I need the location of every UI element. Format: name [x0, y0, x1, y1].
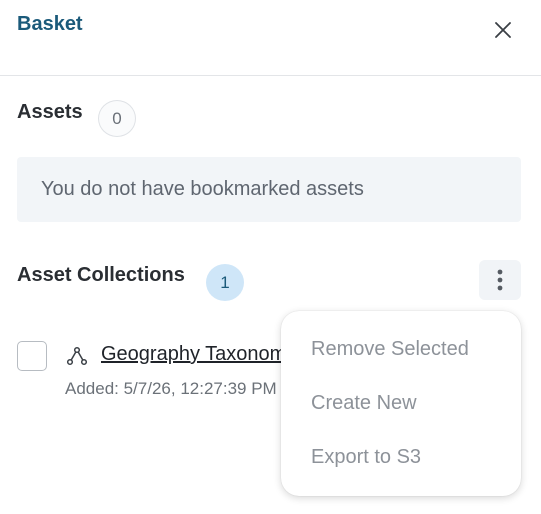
menu-item-create-new[interactable]: Create New	[311, 392, 417, 415]
collection-link[interactable]: Geography Taxonomy	[101, 343, 296, 366]
panel-title: Basket	[17, 13, 83, 35]
assets-heading: Assets	[17, 101, 83, 123]
close-icon	[495, 22, 511, 38]
collection-graph-icon	[66, 346, 88, 366]
collection-checkbox[interactable]	[17, 341, 47, 371]
close-button[interactable]	[488, 15, 518, 45]
menu-item-remove-selected[interactable]: Remove Selected	[311, 338, 469, 361]
more-vertical-icon	[497, 269, 503, 291]
collection-added-date: Added: 5/7/26, 12:27:39 PM	[65, 379, 277, 398]
empty-assets-message: You do not have bookmarked assets	[17, 157, 521, 222]
empty-assets-text: You do not have bookmarked assets	[41, 178, 364, 200]
menu-item-export-to-s3[interactable]: Export to S3	[311, 446, 421, 469]
collections-count-badge: 1	[206, 264, 244, 301]
basket-header: Basket	[0, 0, 541, 76]
asset-collections-heading: Asset Collections	[17, 264, 185, 286]
collections-menu-button[interactable]	[479, 260, 521, 300]
basket-panel: Basket Assets 0 You do not have bookmark…	[0, 0, 541, 514]
collections-dropdown-menu: Remove Selected Create New Export to S3	[281, 311, 521, 496]
assets-count-badge: 0	[98, 100, 136, 137]
